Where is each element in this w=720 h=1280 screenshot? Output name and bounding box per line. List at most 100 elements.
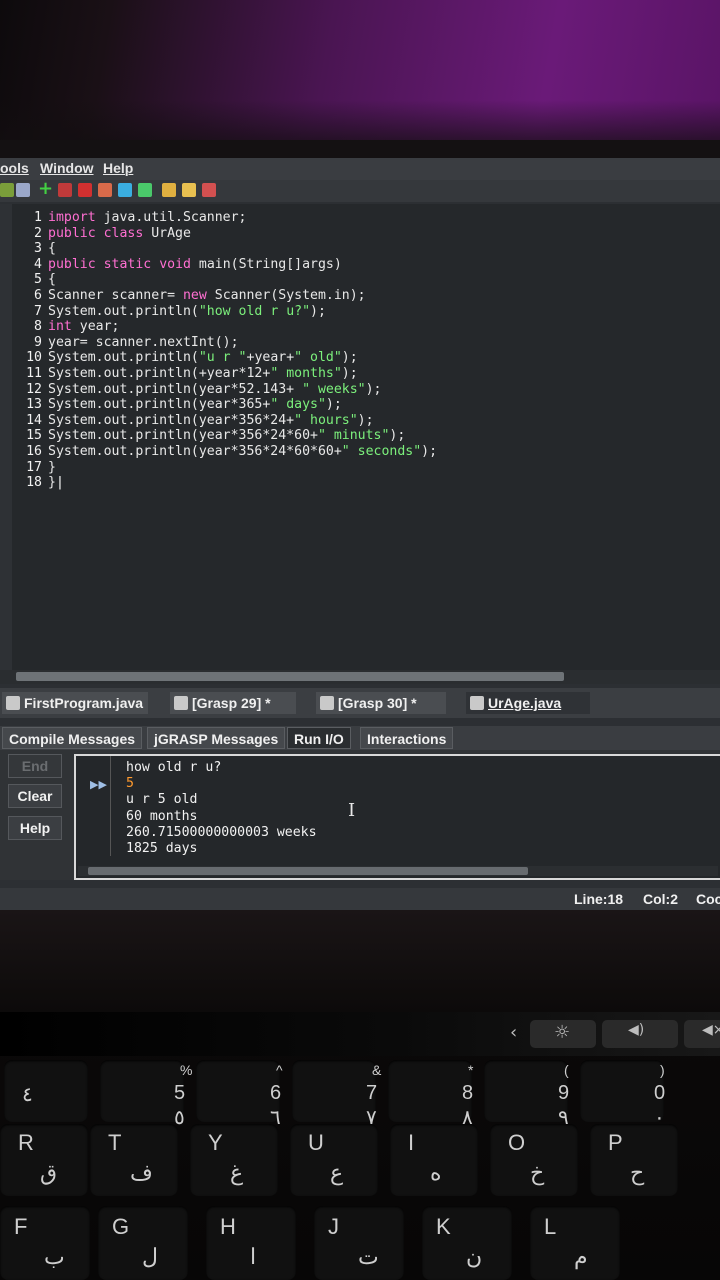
- keyboard-key[interactable]: Lم: [530, 1206, 620, 1280]
- keyboard-key[interactable]: Iه: [390, 1124, 478, 1196]
- key-label: ت: [358, 1244, 379, 1269]
- canvas-icon[interactable]: [138, 183, 152, 197]
- code-line: 11 System.out.println(+year*12+" months")…: [14, 366, 358, 382]
- key-label: م: [574, 1244, 588, 1269]
- line-number: 17: [26, 459, 42, 475]
- keyboard-key[interactable]: Yغ: [190, 1124, 278, 1196]
- tab-compile-messages[interactable]: Compile Messages: [2, 727, 143, 749]
- brightness-control[interactable]: ☼: [530, 1020, 596, 1048]
- code-line: 4 public static void main(String[]args): [14, 257, 342, 273]
- check-icon[interactable]: [162, 183, 176, 197]
- code-line: 10 System.out.println("u r "+year+" old")…: [14, 350, 358, 366]
- code-text: year= scanner.nextInt();: [48, 334, 239, 350]
- step-icon[interactable]: [98, 183, 112, 197]
- menu-tools[interactable]: ools: [0, 160, 29, 176]
- code-line: 2 public class UrAge: [14, 226, 191, 242]
- code-editor[interactable]: 1 import java.util.Scanner; 2 public class …: [0, 204, 720, 670]
- code-string: " hours": [294, 412, 358, 428]
- mouse-ibeam-cursor: I: [348, 800, 356, 821]
- tab-jgrasp-messages[interactable]: jGRASP Messages: [147, 727, 286, 749]
- mute-control[interactable]: ◀×: [684, 1020, 720, 1048]
- document-icon[interactable]: [202, 183, 216, 197]
- line-number: 2: [34, 225, 42, 241]
- io-output-line: 260.71500000000003 weeks: [126, 824, 317, 840]
- end-button[interactable]: End: [8, 754, 62, 778]
- keyboard-key[interactable]: Uع: [290, 1124, 378, 1196]
- code-text: }: [48, 475, 56, 491]
- keyboard-key[interactable]: Tف: [90, 1124, 178, 1196]
- code-keyword: class: [103, 225, 144, 241]
- key-label: 5 ٥: [174, 1082, 186, 1129]
- keyboard-key[interactable]: Oخ: [490, 1124, 578, 1196]
- code-keyword: int: [48, 319, 72, 335]
- code-text: {: [48, 272, 56, 288]
- keyboard-key[interactable]: (9 ٩: [484, 1060, 569, 1129]
- run-io-console[interactable]: ▶▶ how old r u? 5 u r 5 old 60 months 260.71…: [74, 754, 720, 880]
- run-arrow-icon: ▶▶: [90, 778, 107, 791]
- line-number: 3: [34, 241, 42, 257]
- code-text: );: [365, 381, 382, 397]
- mail-icon[interactable]: [182, 183, 196, 197]
- code-text: System.out.println(: [48, 303, 199, 319]
- code-text: System.out.println(year*52.143+: [48, 381, 303, 397]
- key-label: O: [508, 1130, 526, 1155]
- menu-window[interactable]: Window: [40, 160, 94, 176]
- add-icon[interactable]: +: [38, 180, 53, 198]
- run-io-panel: End Clear Help ▶▶ how old r u? 5 u r 5 old…: [0, 750, 720, 880]
- editor-horizontal-scrollbar[interactable]: [0, 670, 720, 684]
- keyboard-key[interactable]: Hا: [206, 1206, 296, 1280]
- debug-bug-icon[interactable]: [78, 183, 92, 197]
- keyboard-key[interactable]: ^ 6 ٦: [196, 1060, 283, 1129]
- toolbar: +: [0, 180, 720, 202]
- io-input-line: 5: [126, 776, 134, 792]
- keyboard-key[interactable]: ) 0 ٠: [580, 1060, 665, 1129]
- tab-firstprogram[interactable]: FirstProgram.java: [2, 692, 148, 714]
- keyboard-key[interactable]: Jت: [314, 1206, 404, 1280]
- keyboard-key[interactable]: Kن: [422, 1206, 512, 1280]
- key-label: ل: [142, 1244, 158, 1269]
- line-number: 7: [34, 303, 42, 319]
- tab-urage[interactable]: UrAge.java: [466, 692, 590, 714]
- tab-grasp-29[interactable]: [Grasp 29] *: [170, 692, 296, 714]
- tab-grasp-30[interactable]: [Grasp 30] *: [316, 692, 446, 714]
- keyboard-key[interactable]: % 5 ٥: [100, 1060, 192, 1129]
- keyboard-key[interactable]: * 8 ٨: [388, 1060, 473, 1129]
- run-icon[interactable]: [58, 183, 72, 197]
- code-string: "how old r u?": [198, 303, 311, 319]
- keyboard-key[interactable]: Rق: [0, 1124, 88, 1196]
- keyboard-key[interactable]: ٤: [4, 1060, 88, 1122]
- code-keyword: import: [48, 210, 96, 225]
- menu-help[interactable]: Help: [103, 160, 133, 176]
- code-text: {: [48, 241, 56, 257]
- scrollbar-thumb[interactable]: [88, 867, 528, 875]
- clear-button[interactable]: Clear: [8, 784, 62, 808]
- io-output-line: how old r u?: [126, 760, 222, 775]
- key-label: ق: [40, 1160, 58, 1185]
- keyboard-key[interactable]: Gل: [98, 1206, 188, 1280]
- scrollbar-thumb[interactable]: [16, 672, 564, 681]
- io-output-line: 60 months: [126, 808, 198, 824]
- code-text: System.out.println(year*365+: [48, 397, 271, 413]
- help-button[interactable]: Help: [8, 816, 62, 840]
- io-horizontal-scrollbar[interactable]: [78, 866, 718, 876]
- status-line: Line:18: [574, 891, 624, 907]
- line-number: 4: [34, 256, 42, 272]
- java-file-icon: [6, 696, 20, 710]
- window-icon[interactable]: [118, 183, 132, 197]
- code-text: Scanner(System.in);: [206, 288, 366, 303]
- keyboard-key[interactable]: Pح: [590, 1124, 678, 1196]
- key-label: خ: [530, 1160, 545, 1185]
- project-icon[interactable]: [0, 183, 14, 197]
- tab-run-io[interactable]: Run I/O: [287, 727, 351, 749]
- keyboard-key[interactable]: & 7 ٧: [292, 1060, 381, 1129]
- line-number: 9: [34, 334, 42, 350]
- open-icon[interactable]: [16, 183, 30, 197]
- tab-interactions[interactable]: Interactions: [360, 727, 454, 749]
- keyboard-key[interactable]: Fب: [0, 1206, 90, 1280]
- touch-bar: ‹ ☼ ◀) ◀×: [0, 1012, 720, 1056]
- file-tab-bar: FirstProgram.java [Grasp 29] * [Grasp 30…: [0, 688, 720, 718]
- volume-control[interactable]: ◀): [602, 1020, 678, 1048]
- key-label: ا: [250, 1244, 257, 1269]
- chevron-left-icon[interactable]: ‹: [510, 1022, 517, 1043]
